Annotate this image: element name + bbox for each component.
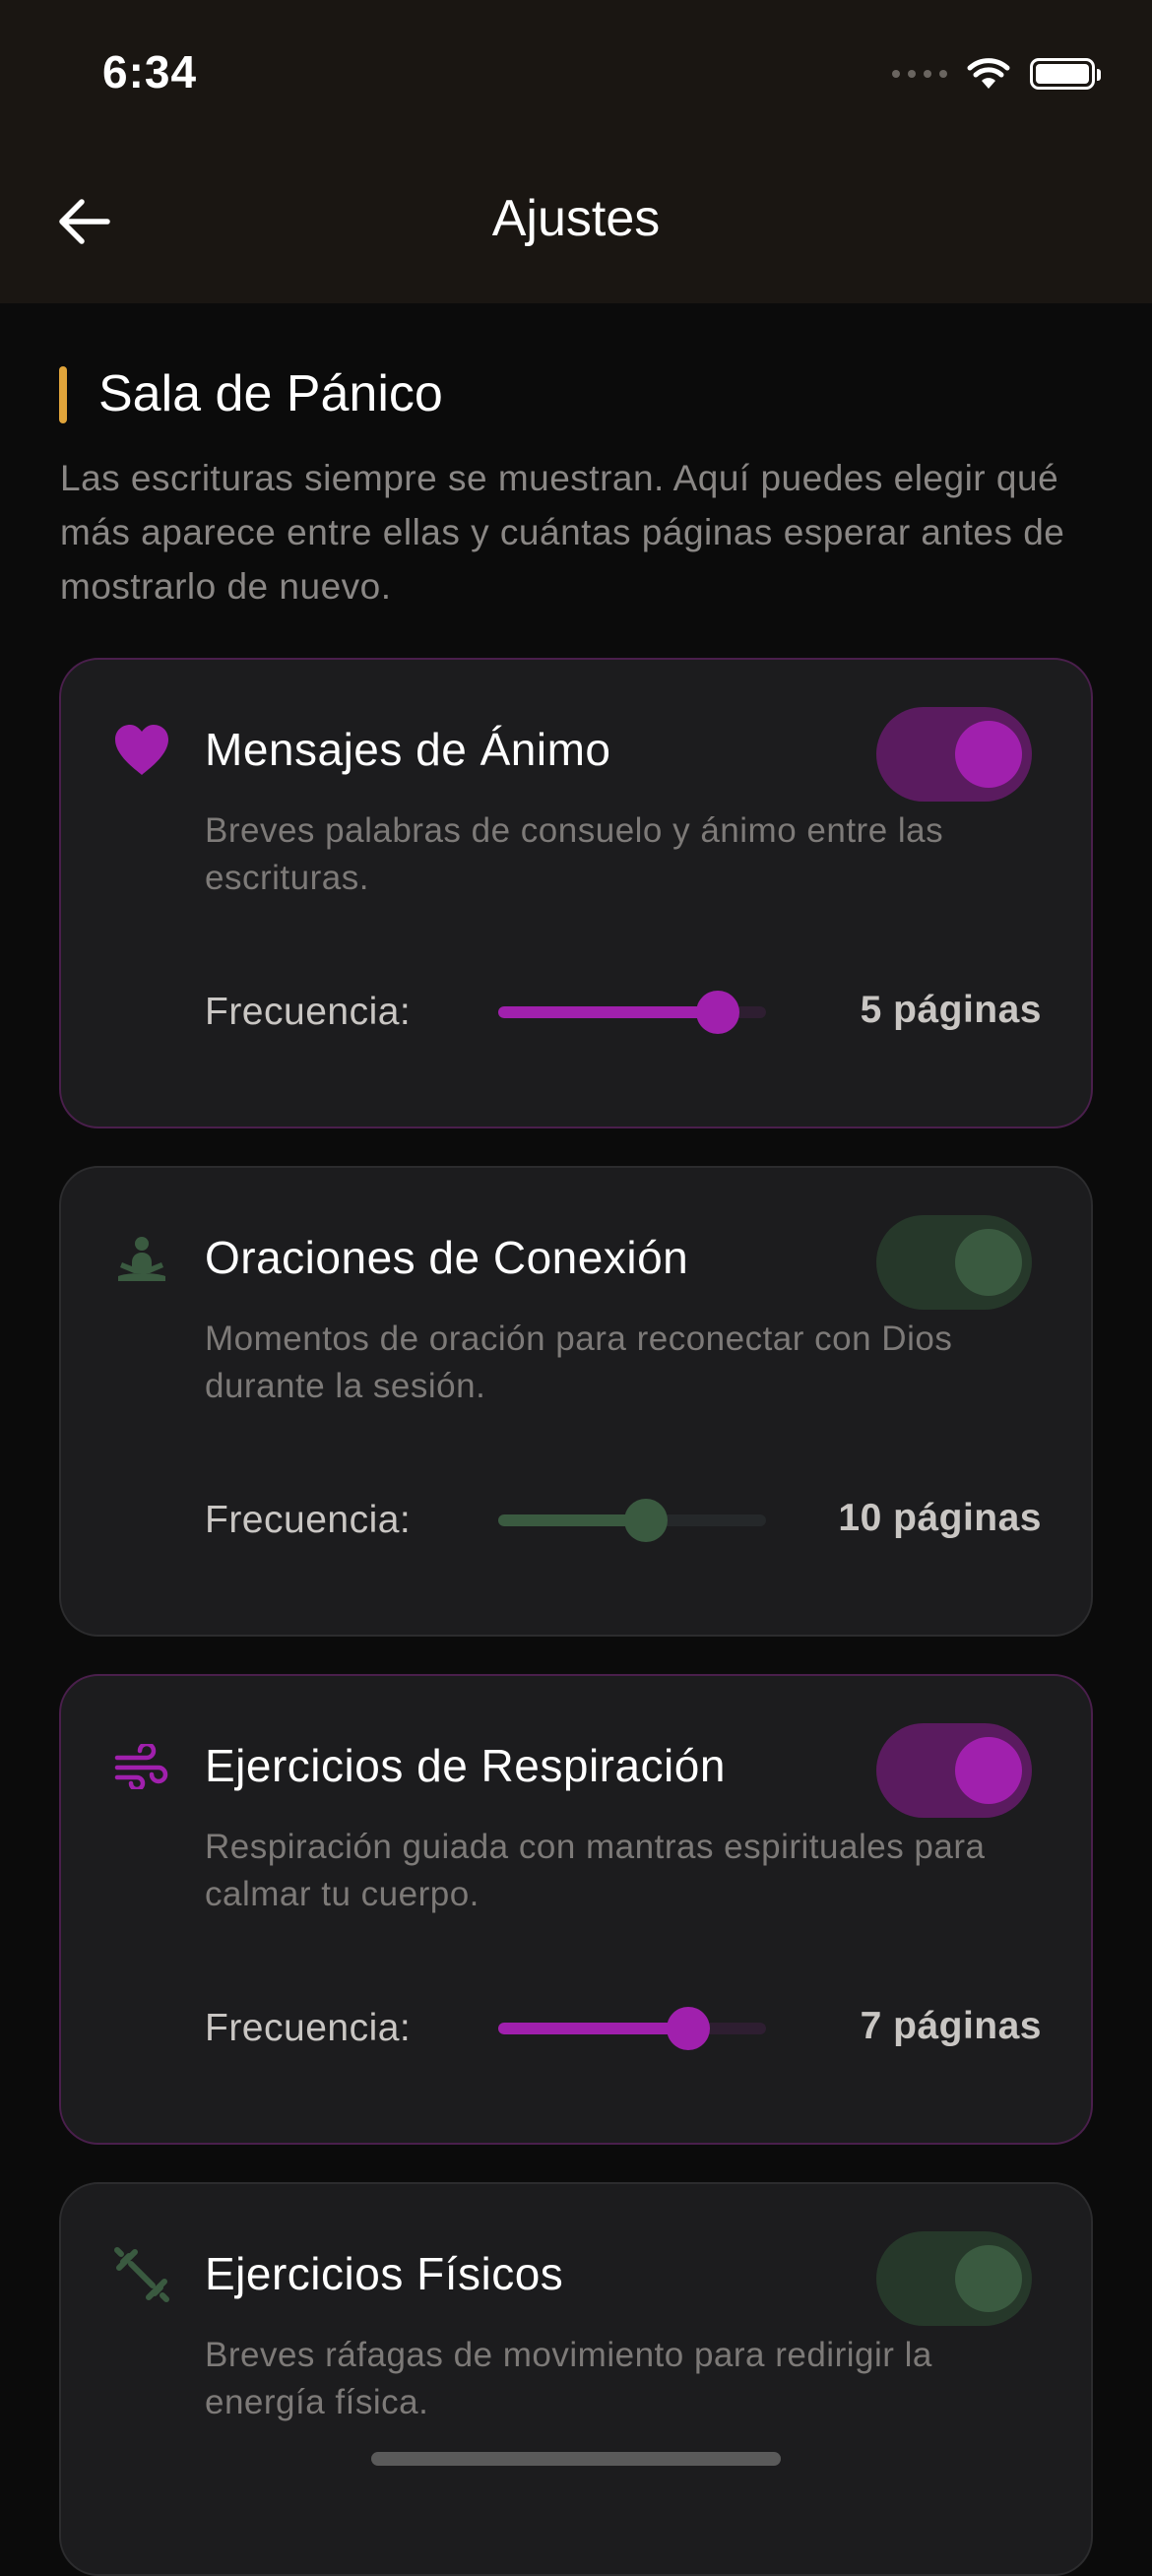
- encouragement-frequency-slider[interactable]: [498, 991, 766, 1034]
- app-header: 6:34 Ajustes: [0, 0, 1152, 303]
- encouragement-toggle[interactable]: [876, 707, 1032, 802]
- card-description: Breves palabras de consuelo y ánimo entr…: [205, 811, 944, 897]
- setting-card-prayers: Oraciones de Conexión Momentos de oració…: [59, 1166, 1093, 1637]
- wind-icon: [110, 1735, 173, 1798]
- frequency-label: Frecuencia:: [205, 2007, 412, 2049]
- card-title: Oraciones de Conexión: [205, 1232, 689, 1283]
- frequency-value: 7 páginas: [860, 2005, 1042, 2047]
- card-title: Ejercicios Físicos: [205, 2248, 564, 2299]
- setting-card-encouragement: Mensajes de Ánimo Breves palabras de con…: [59, 658, 1093, 1128]
- slider-thumb[interactable]: [623, 1499, 668, 1542]
- frequency-label: Frecuencia:: [205, 991, 412, 1033]
- card-description: Respiración guiada con mantras espiritua…: [205, 1828, 986, 1913]
- toggle-knob: [955, 721, 1022, 788]
- slider-thumb[interactable]: [667, 2007, 711, 2050]
- frequency-value: 5 páginas: [860, 989, 1042, 1031]
- physical-toggle[interactable]: [876, 2231, 1032, 2326]
- heart-icon: [110, 719, 173, 782]
- section-title: Sala de Pánico: [98, 365, 443, 422]
- section-accent-bar: [59, 366, 67, 423]
- setting-card-breathing: Ejercicios de Respiración Respiración gu…: [59, 1674, 1093, 2145]
- toggle-knob: [955, 1229, 1022, 1296]
- card-title: Ejercicios de Respiración: [205, 1740, 726, 1791]
- card-description: Breves ráfagas de movimiento para rediri…: [205, 2336, 932, 2421]
- toggle-knob: [955, 1737, 1022, 1804]
- toggle-knob: [955, 2245, 1022, 2312]
- slider-fill: [498, 2023, 689, 2034]
- card-description: Momentos de oración para reconectar con …: [205, 1320, 953, 1405]
- breathing-frequency-slider[interactable]: [498, 2007, 766, 2050]
- page-title: Ajustes: [491, 190, 661, 247]
- frequency-label: Frecuencia:: [205, 1499, 412, 1541]
- cellular-signal-icon: [892, 70, 947, 78]
- prayers-frequency-slider[interactable]: [498, 1499, 766, 1542]
- section-description: Las escrituras siempre se muestran. Aquí…: [60, 458, 1065, 607]
- dumbbell-icon: [110, 2243, 173, 2306]
- card-title: Mensajes de Ánimo: [205, 724, 611, 775]
- slider-thumb[interactable]: [696, 991, 740, 1034]
- home-indicator[interactable]: [371, 2452, 781, 2466]
- wifi-icon: [967, 58, 1010, 89]
- breathing-toggle[interactable]: [876, 1723, 1032, 1818]
- slider-fill: [498, 1006, 719, 1018]
- prayers-toggle[interactable]: [876, 1215, 1032, 1310]
- meditation-icon: [110, 1227, 173, 1290]
- battery-icon: [1030, 58, 1101, 90]
- setting-card-physical: Ejercicios Físicos Breves ráfagas de mov…: [59, 2182, 1093, 2576]
- frequency-value: 10 páginas: [838, 1497, 1042, 1539]
- status-time: 6:34: [102, 46, 198, 97]
- status-icons: [892, 49, 1101, 98]
